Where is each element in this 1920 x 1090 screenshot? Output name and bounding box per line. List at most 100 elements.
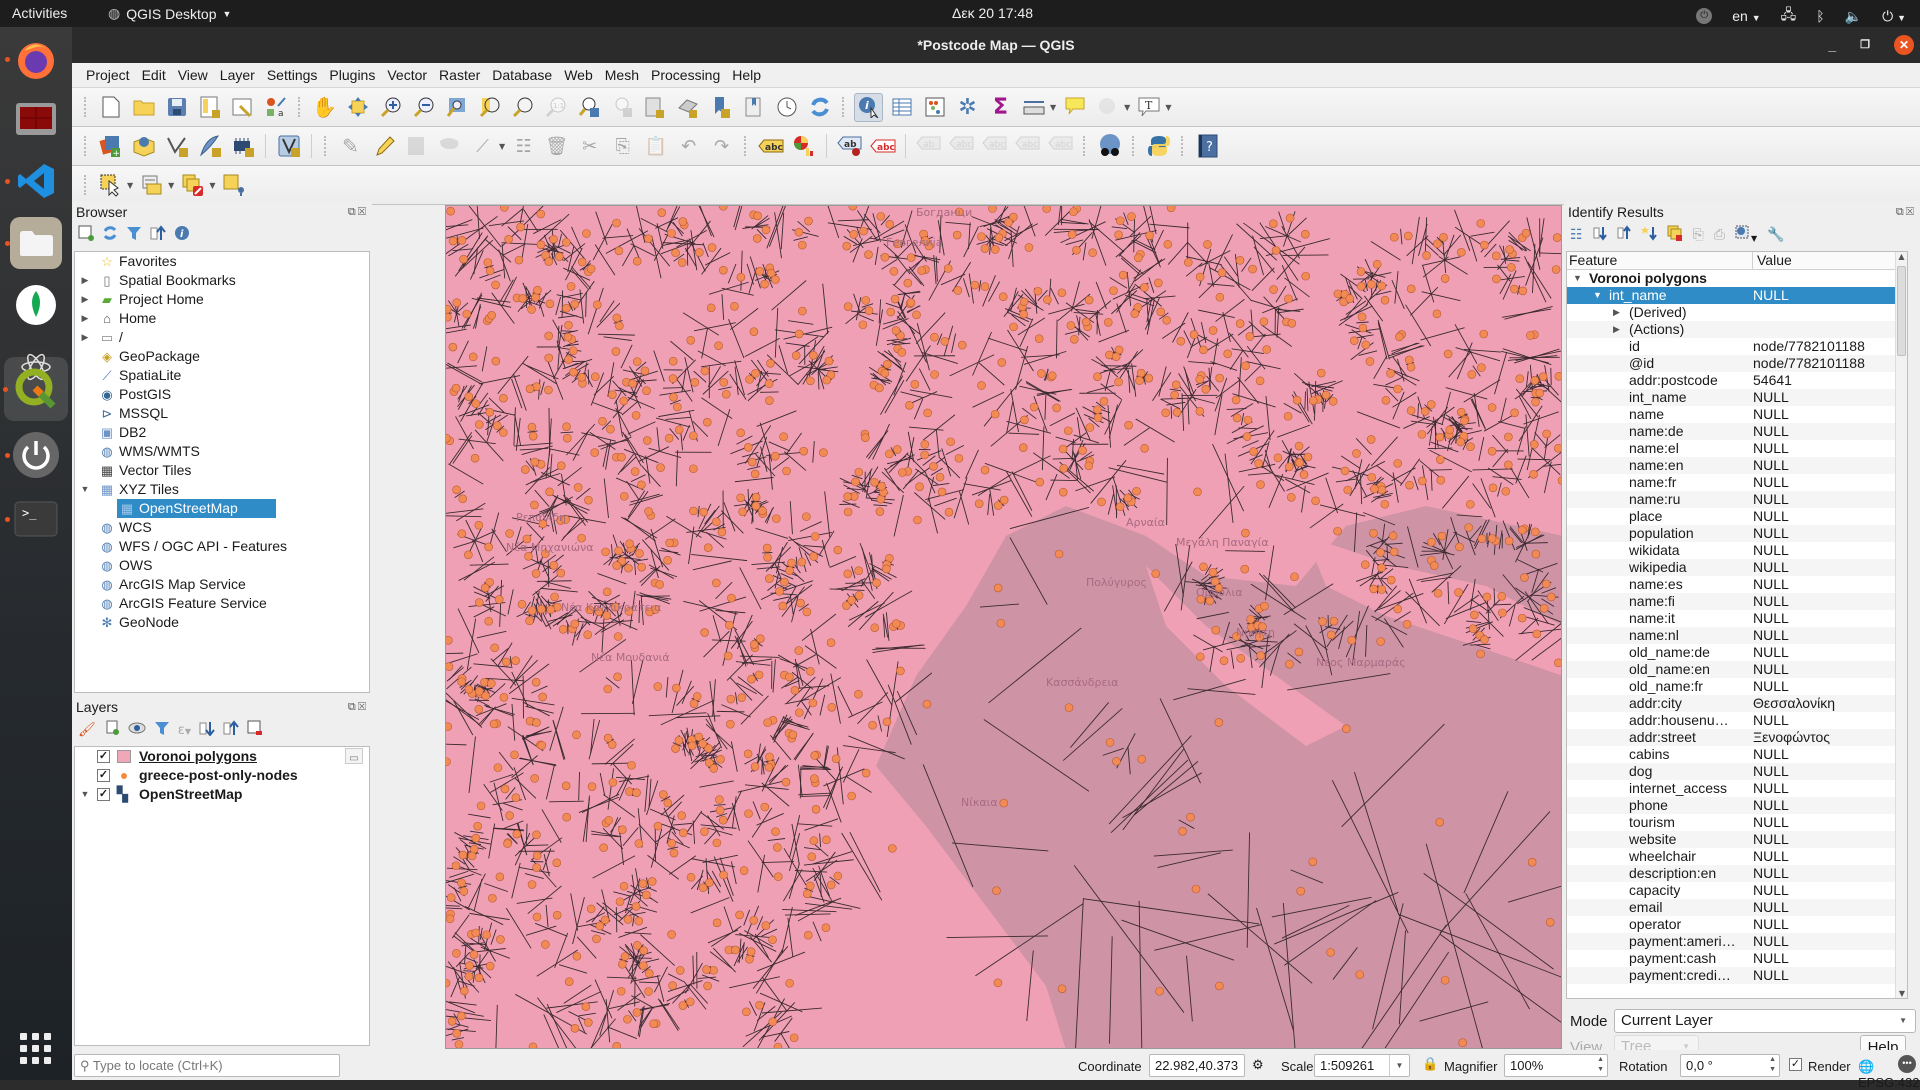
layer-visibility-checkbox[interactable]: ✓: [97, 788, 110, 801]
current-edits-button[interactable]: ✎: [336, 132, 365, 161]
postcode-point[interactable]: [1433, 310, 1441, 318]
postcode-point[interactable]: [528, 305, 536, 313]
browser-item-xyz-tiles[interactable]: ▼▦XYZ Tiles: [75, 480, 369, 499]
attribute-row[interactable]: websiteNULL: [1567, 831, 1907, 848]
postcode-point[interactable]: [750, 916, 758, 924]
postcode-point[interactable]: [1542, 580, 1550, 588]
postcode-point[interactable]: [954, 286, 962, 294]
postcode-point[interactable]: [449, 343, 457, 351]
postcode-point[interactable]: [1302, 272, 1310, 280]
postcode-point[interactable]: [505, 235, 513, 243]
postcode-point[interactable]: [819, 449, 827, 457]
postcode-point[interactable]: [803, 890, 811, 898]
postcode-point[interactable]: [727, 695, 735, 703]
postcode-point[interactable]: [587, 905, 595, 913]
copy-feature-button[interactable]: ⎘: [1693, 227, 1704, 243]
postcode-point[interactable]: [1382, 396, 1390, 404]
postcode-point[interactable]: [702, 966, 710, 974]
postcode-point[interactable]: [675, 426, 683, 434]
new-map-view-button[interactable]: [640, 93, 669, 122]
postcode-point[interactable]: [1290, 573, 1298, 581]
browser-item-geonode[interactable]: ✻GeoNode: [75, 613, 369, 632]
postcode-point[interactable]: [1284, 295, 1292, 303]
postcode-point[interactable]: [617, 987, 625, 995]
postcode-point[interactable]: [1488, 447, 1496, 455]
postcode-point[interactable]: [1317, 369, 1325, 377]
postcode-point[interactable]: [850, 230, 858, 238]
coordinate-field[interactable]: 22.982,40.373: [1149, 1054, 1245, 1077]
postcode-point[interactable]: [1152, 570, 1160, 578]
postcode-point[interactable]: [465, 393, 473, 401]
postcode-point[interactable]: [1394, 605, 1402, 613]
postcode-point[interactable]: [582, 229, 590, 237]
postcode-point[interactable]: [1530, 470, 1538, 478]
layer-diagram-options-button[interactable]: [789, 132, 818, 161]
postcode-point[interactable]: [1202, 385, 1210, 393]
postcode-point[interactable]: [953, 231, 961, 239]
postcode-point[interactable]: [975, 500, 983, 508]
postcode-point[interactable]: [1492, 252, 1500, 260]
postcode-point[interactable]: [843, 242, 851, 250]
attribute-row[interactable]: addr:cityΘεσσαλονίκη: [1567, 695, 1907, 712]
postcode-point[interactable]: [1506, 246, 1514, 254]
postcode-point[interactable]: [1220, 657, 1228, 665]
postcode-point[interactable]: [877, 212, 885, 220]
postcode-point[interactable]: [1546, 918, 1554, 926]
scrollbar-thumb[interactable]: [1897, 266, 1906, 356]
move-label-button[interactable]: ab: [914, 132, 943, 161]
postcode-point[interactable]: [584, 1018, 592, 1026]
new-virtual-layer-button[interactable]: [274, 132, 303, 161]
postcode-point[interactable]: [1048, 372, 1056, 380]
postcode-point[interactable]: [707, 304, 715, 312]
browser-item-ows[interactable]: ◍OWS: [75, 556, 369, 575]
select-features-button[interactable]: [96, 171, 125, 200]
postcode-point[interactable]: [1072, 246, 1080, 254]
postcode-point[interactable]: [557, 462, 565, 470]
dock-vscode[interactable]: [10, 155, 62, 207]
postcode-point[interactable]: [1192, 885, 1200, 893]
postcode-point[interactable]: [1194, 488, 1202, 496]
postcode-point[interactable]: [1260, 602, 1268, 610]
postcode-point[interactable]: [907, 254, 915, 262]
postcode-point[interactable]: [1065, 704, 1073, 712]
menu-plugins[interactable]: Plugins: [323, 67, 381, 83]
postcode-point[interactable]: [565, 356, 573, 364]
postcode-point[interactable]: [553, 859, 561, 867]
show-bookmarks-button[interactable]: [739, 93, 768, 122]
postcode-point[interactable]: [458, 678, 466, 686]
layer-item-voronoi-polygons[interactable]: ✓Voronoi polygons▭: [75, 747, 369, 766]
postcode-point[interactable]: [1373, 260, 1381, 268]
postcode-point[interactable]: [658, 209, 666, 217]
postcode-point[interactable]: [1376, 548, 1384, 556]
postcode-point[interactable]: [571, 620, 579, 628]
postcode-point[interactable]: [1094, 406, 1102, 414]
postcode-point[interactable]: [1212, 626, 1220, 634]
collapse-all-button[interactable]: [1617, 225, 1631, 245]
postcode-point[interactable]: [1109, 287, 1117, 295]
postcode-point[interactable]: [446, 313, 451, 321]
postcode-point[interactable]: [1116, 217, 1124, 225]
postcode-point[interactable]: [999, 293, 1007, 301]
postcode-point[interactable]: [528, 607, 536, 615]
postcode-point[interactable]: [517, 223, 525, 231]
dock-mongodb-compass[interactable]: [10, 279, 62, 331]
attribute-row[interactable]: internet_accessNULL: [1567, 780, 1907, 797]
postcode-point[interactable]: [637, 481, 645, 489]
attribute-row[interactable]: name:elNULL: [1567, 440, 1907, 457]
postcode-point[interactable]: [1441, 976, 1449, 984]
postcode-point[interactable]: [644, 235, 652, 243]
postcode-point[interactable]: [1196, 407, 1204, 415]
postcode-point[interactable]: [631, 468, 639, 476]
new-shapefile-layer-button[interactable]: [162, 132, 191, 161]
postcode-point[interactable]: [459, 851, 467, 859]
postcode-point[interactable]: [1533, 630, 1541, 638]
postcode-point[interactable]: [472, 834, 480, 842]
postcode-point[interactable]: [643, 387, 651, 395]
update-indicator-icon[interactable]: ⏻: [1696, 8, 1712, 24]
postcode-point[interactable]: [1352, 449, 1360, 457]
postcode-point[interactable]: [633, 1008, 641, 1016]
postcode-point[interactable]: [871, 478, 879, 486]
postcode-point[interactable]: [1510, 285, 1518, 293]
postcode-point[interactable]: [463, 310, 471, 318]
postcode-point[interactable]: [1237, 654, 1245, 662]
